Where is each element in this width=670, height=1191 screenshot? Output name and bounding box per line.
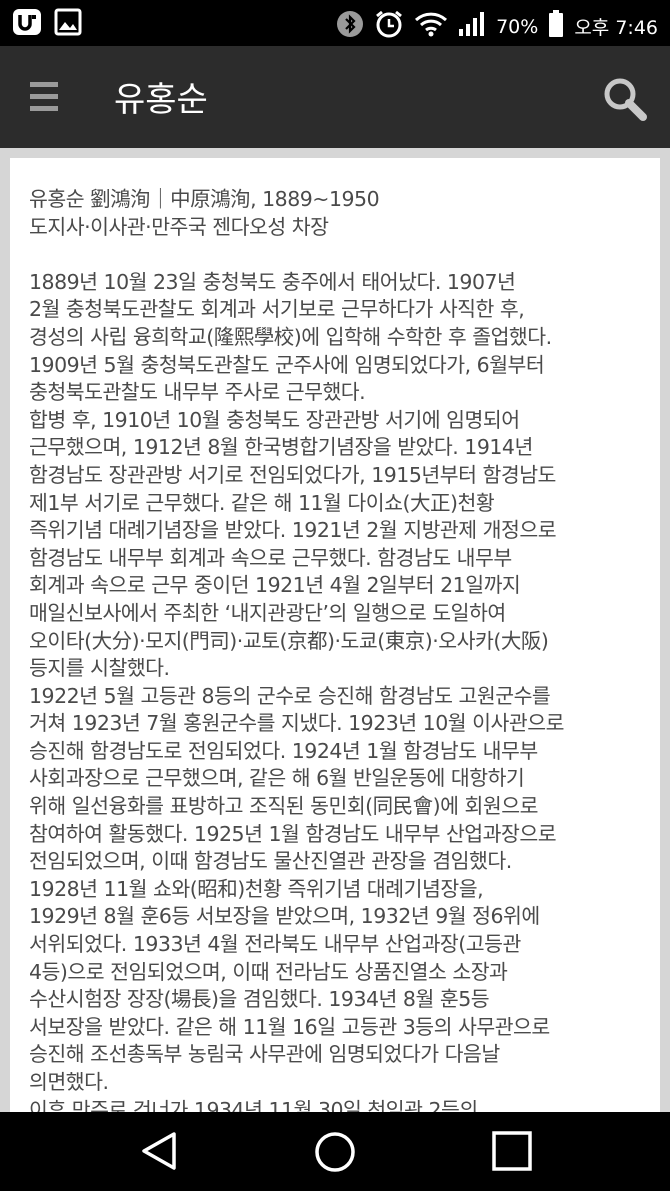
alarm-icon — [374, 9, 404, 44]
article-body-line: 이후 만주로 건너가 1934년 11월 30일 천임관 2등의 — [29, 1097, 478, 1112]
article-body-line: 합병 후, 1910년 10월 충청북도 장관관방 서기에 임명되어 — [29, 407, 520, 432]
article-body-line: 전임되었으며, 이때 함경남도 물산진열관 관장을 겸임했다. — [29, 849, 512, 874]
gallery-icon — [54, 8, 82, 40]
clock: 오후 7:46 — [574, 17, 658, 39]
page-title: 유홍순 — [114, 80, 208, 120]
article-header: 유홍순 劉鴻洵｜中原鴻洵, 1889~1950 도지사·이사관·만주국 젠다오성… — [29, 186, 648, 241]
wifi-icon — [414, 11, 448, 42]
recents-icon[interactable] — [491, 1130, 533, 1176]
signal-icon — [458, 11, 486, 42]
article-body-line: 4등)으로 전임되었으며, 이때 전라남도 상품진열소 소장과 — [29, 959, 508, 984]
article-body-line: 의면했다. — [29, 1070, 109, 1094]
search-icon[interactable] — [602, 76, 648, 122]
article-body-line: 1922년 5월 고등관 8등의 군수로 승진해 함경남도 고원군수를 — [29, 683, 551, 708]
menu-icon[interactable] — [30, 82, 58, 112]
article-body-line: 제1부 서기로 근무했다. 같은 해 11월 다이쇼(大正)천황 — [29, 490, 495, 515]
article-body-line: 즉위기념 대례기념장을 받았다. 1921년 2월 지방관제 개정으로 — [29, 518, 557, 543]
article-role-line: 도지사·이사관·만주국 젠다오성 차장 — [29, 214, 329, 239]
content-area[interactable]: 유홍순 劉鴻洵｜中原鴻洵, 1889~1950 도지사·이사관·만주국 젠다오성… — [0, 148, 670, 1112]
article-name-line: 유홍순 劉鴻洵｜中原鴻洵, 1889~1950 — [29, 187, 380, 211]
article-body-line: 오이타(大分)·모지(門司)·교토(京都)·도쿄(東京)·오사카(大阪) — [29, 628, 549, 653]
article-body-line: 함경남도 내무부 회계과 속으로 근무했다. 함경남도 내무부 — [29, 545, 512, 570]
article-body-line: 근무했으며, 1912년 8월 한국병합기념장을 받았다. 1914년 — [29, 435, 533, 460]
status-right: 70% 오후 7:46 — [336, 9, 658, 44]
article-body-line: 위해 일선융화를 표방하고 조직된 동민회(同民會)에 회원으로 — [29, 794, 539, 819]
article-body-line: 2월 충청북도관찰도 회계과 서기보로 근무하다가 사직한 후, — [29, 297, 525, 322]
battery-percent: 70% — [496, 15, 539, 38]
status-left — [12, 8, 82, 40]
home-icon[interactable] — [313, 1130, 357, 1178]
article-body-line: 등지를 시찰했다. — [29, 656, 170, 681]
article-body-line: 승진해 조선총독부 농림국 사무관에 임명되었다가 다음날 — [29, 1042, 500, 1067]
article-body-line: 1929년 8월 훈6등 서보장을 받았으며, 1932년 9월 정6위에 — [29, 904, 540, 929]
article-body-line: 1928년 11월 쇼와(昭和)천황 즉위기념 대례기념장을, — [29, 876, 484, 901]
article-body-line: 1889년 10월 23일 충청북도 충주에서 태어났다. 1907년 — [29, 269, 516, 294]
article-body-line: 충청북도관찰도 내무부 주사로 근무했다. — [29, 380, 366, 405]
article-body-line: 서보장을 받았다. 같은 해 11월 16일 고등관 3등의 사무관으로 — [29, 1014, 550, 1039]
notification-app-icon — [12, 8, 42, 40]
article-body: 1889년 10월 23일 충청북도 충주에서 태어났다. 1907년 2월 충청… — [29, 269, 648, 1112]
article-body-line: 서위되었다. 1933년 4월 전라북도 내무부 산업과장(고등관 — [29, 932, 521, 957]
article-card: 유홍순 劉鴻洵｜中原鴻洵, 1889~1950 도지사·이사관·만주국 젠다오성… — [10, 158, 660, 1112]
article-body-line: 회계과 속으로 근무 중이던 1921년 4월 2일부터 21일까지 — [29, 573, 521, 598]
article-body-line: 함경남도 장관관방 서기로 전임되었다가, 1915년부터 함경남도 — [29, 462, 556, 487]
article-body-line: 승진해 함경남도로 전임되었다. 1924년 1월 함경남도 내무부 — [29, 738, 538, 763]
article-body-line: 매일신보사에서 주최한 ‘내지관광단’의 일행으로 도일하여 — [29, 600, 506, 625]
article-body-line: 사회과장으로 근무했으며, 같은 해 6월 반일운동에 대항하기 — [29, 766, 525, 791]
article-body-line: 수산시험장 장장(場長)을 겸임했다. 1934년 8월 훈5등 — [29, 987, 490, 1012]
article-body-line: 참여하여 활동했다. 1925년 1월 함경남도 내무부 산업과장으로 — [29, 821, 557, 846]
app-bar: 유홍순 — [0, 46, 670, 148]
article-body-line: 1909년 5월 충청북도관찰도 군주사에 임명되었다가, 6월부터 — [29, 352, 545, 377]
navigation-bar — [0, 1112, 670, 1191]
article-body-line: 경성의 사립 융희학교(隆熙學校)에 입학해 수학한 후 졸업했다. — [29, 324, 552, 349]
back-icon[interactable] — [138, 1130, 180, 1176]
bluetooth-icon — [336, 10, 364, 43]
status-bar: 70% 오후 7:46 — [0, 0, 670, 46]
article-body-line: 거쳐 1923년 7월 홍원군수를 지냈다. 1923년 10월 이사관으로 — [29, 711, 564, 736]
battery-icon — [548, 10, 564, 43]
